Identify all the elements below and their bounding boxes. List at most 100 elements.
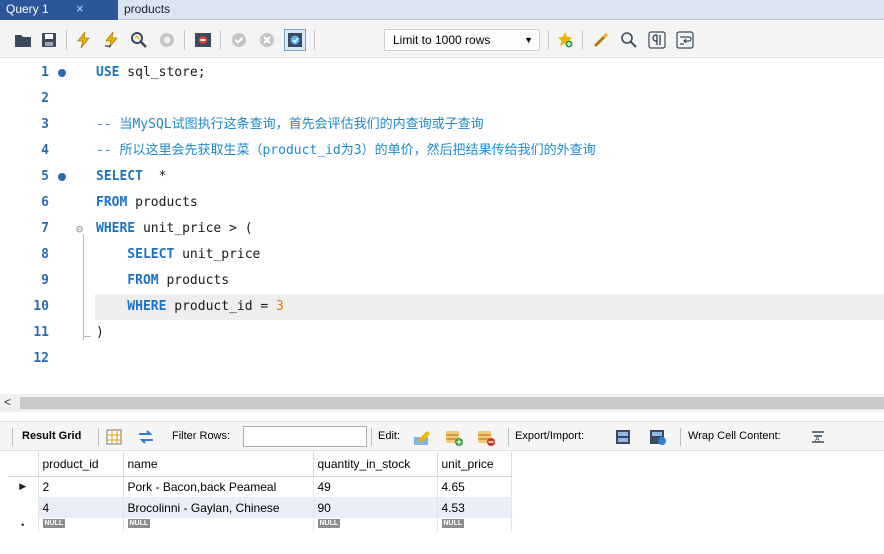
cell-unit-price[interactable]: 4.53 — [437, 497, 512, 518]
cell-name[interactable]: Brocolinni - Gaylan, Chinese — [123, 497, 314, 518]
cell-product-id[interactable]: 4 — [38, 497, 124, 518]
wrap-icon[interactable] — [674, 29, 696, 51]
execute-current-icon[interactable] — [100, 29, 122, 51]
current-row-marker: ▶ — [8, 476, 39, 497]
sql-keyword: USE — [96, 65, 120, 80]
limit-rows-label: Limit to 1000 rows — [393, 33, 491, 47]
line-number: 10 — [33, 299, 49, 314]
refresh-arrows-icon[interactable] — [136, 427, 156, 447]
code-line[interactable]: 12 — [0, 346, 884, 372]
grid-layout-icon[interactable] — [104, 427, 124, 447]
insert-row-icon[interactable] — [444, 427, 464, 447]
explain-icon[interactable] — [128, 29, 150, 51]
query-tab-bar: Query 1 × products — [0, 0, 884, 20]
tab-products[interactable]: products — [118, 0, 176, 20]
code-line[interactable]: 4 -- 所以这里会先获取生菜（product_id为3）的单价，然后把结果传给我… — [0, 138, 884, 164]
editor-horizontal-scrollbar[interactable]: < — [0, 394, 884, 412]
code-text: FROM products — [96, 268, 229, 294]
result-grid-label[interactable]: Result Grid — [22, 430, 81, 442]
code-text: SELECT * — [96, 164, 166, 190]
filter-rows-label: Filter Rows: — [172, 430, 231, 442]
column-header-unit-price[interactable]: unit_price — [437, 452, 512, 477]
filter-rows-input[interactable] — [243, 426, 367, 447]
code-line[interactable]: 7 ⊖ WHERE unit_price > ( — [0, 216, 884, 242]
sql-text: products — [158, 273, 230, 288]
edit-label: Edit: — [378, 430, 401, 442]
code-line[interactable]: 3 -- 当MySQL试图执行这条查询，首先会评估我们的内查询或子查询 — [0, 112, 884, 138]
row-marker — [8, 497, 39, 518]
cell-name[interactable]: Pork - Bacon,back Peameal — [123, 476, 314, 497]
null-cell[interactable]: NULL — [437, 518, 512, 532]
cell-unit-price[interactable]: 4.65 — [437, 476, 512, 497]
new-row[interactable]: • NULL NULL NULL NULL — [8, 518, 512, 532]
table-row[interactable]: ▶ 2 Pork - Bacon,back Peameal 49 4.65 — [8, 476, 512, 497]
column-header-product-id[interactable]: product_id — [38, 452, 124, 477]
code-text: FROM products — [96, 190, 198, 216]
null-badge: NULL — [441, 519, 465, 528]
sql-number: 3 — [276, 299, 284, 314]
close-tab-icon[interactable]: × — [76, 0, 84, 18]
autocommit-icon[interactable] — [284, 29, 306, 51]
tab-query-1[interactable]: Query 1 × — [0, 0, 118, 20]
open-folder-icon[interactable] — [12, 29, 34, 51]
limit-rows-select[interactable]: Limit to 1000 rows ▼ — [384, 29, 540, 51]
sql-text: product_id = — [166, 299, 277, 314]
row-header-corner — [8, 452, 39, 477]
execute-icon[interactable] — [72, 29, 94, 51]
sql-comment: -- 所以这里会先获取生菜（product_id为3）的单价，然后把结果传给我们… — [96, 143, 596, 158]
wrap-cell-icon[interactable]: A — [808, 427, 828, 447]
code-line[interactable]: 11) — [0, 320, 884, 346]
edit-current-row-icon[interactable] — [412, 427, 432, 447]
statement-marker-icon — [58, 69, 66, 77]
code-text: SELECT unit_price — [96, 242, 260, 268]
line-number: 6 — [41, 195, 49, 210]
invisible-chars-icon[interactable] — [646, 29, 668, 51]
code-text: USE sql_store; — [96, 60, 206, 86]
import-icon[interactable] — [648, 427, 668, 447]
svg-text:A: A — [815, 436, 820, 443]
stop-icon[interactable] — [156, 29, 178, 51]
cell-quantity-in-stock[interactable]: 90 — [313, 497, 438, 518]
code-line[interactable]: 6 FROM products — [0, 190, 884, 216]
save-icon[interactable] — [38, 29, 60, 51]
rollback-icon[interactable] — [256, 29, 278, 51]
line-number: 1 — [41, 65, 49, 80]
code-line[interactable]: 5 SELECT * — [0, 164, 884, 190]
fold-guide-end — [83, 336, 91, 337]
sql-keyword: FROM — [96, 195, 128, 210]
scrollbar-thumb[interactable] — [20, 397, 884, 409]
code-line[interactable]: 10 WHERE product_id = 3 — [0, 294, 884, 320]
sql-text: * — [142, 169, 167, 184]
find-icon[interactable] — [618, 29, 640, 51]
column-header-name[interactable]: name — [123, 452, 314, 477]
wrap-cell-content-label: Wrap Cell Content: — [688, 430, 781, 442]
commit-icon[interactable] — [228, 29, 250, 51]
line-number: 3 — [41, 117, 49, 132]
delete-row-icon[interactable] — [476, 427, 496, 447]
sql-editor[interactable]: 1 USE sql_store; 2 3 -- 当MySQL试图执行这条查询，首先会评估… — [0, 58, 884, 394]
sql-keyword: SELECT — [96, 247, 175, 262]
chevron-down-icon: ▼ — [524, 35, 533, 45]
null-cell[interactable]: NULL — [313, 518, 438, 532]
result-grid[interactable]: product_id name quantity_in_stock unit_p… — [8, 452, 512, 532]
line-number: 11 — [33, 325, 49, 340]
line-number: 12 — [33, 351, 49, 366]
cell-quantity-in-stock[interactable]: 49 — [313, 476, 438, 497]
beautify-icon[interactable] — [590, 29, 612, 51]
code-line[interactable]: 8 SELECT unit_price — [0, 242, 884, 268]
cell-product-id[interactable]: 2 — [38, 476, 124, 497]
line-number: 9 — [41, 273, 49, 288]
column-header-quantity-in-stock[interactable]: quantity_in_stock — [313, 452, 438, 477]
sql-keyword: FROM — [96, 273, 159, 288]
null-cell[interactable]: NULL — [38, 518, 124, 532]
code-line[interactable]: 2 — [0, 86, 884, 112]
code-line[interactable]: 1 USE sql_store; — [0, 60, 884, 86]
null-cell[interactable]: NULL — [123, 518, 314, 532]
table-row[interactable]: 4 Brocolinni - Gaylan, Chinese 90 4.53 — [8, 497, 512, 518]
bookmark-star-icon[interactable] — [554, 29, 576, 51]
null-badge: NULL — [42, 519, 66, 528]
code-line[interactable]: 9 FROM products — [0, 268, 884, 294]
toggle-output-icon[interactable] — [192, 29, 214, 51]
scroll-left-icon[interactable]: < — [4, 395, 11, 409]
export-icon[interactable] — [614, 427, 634, 447]
